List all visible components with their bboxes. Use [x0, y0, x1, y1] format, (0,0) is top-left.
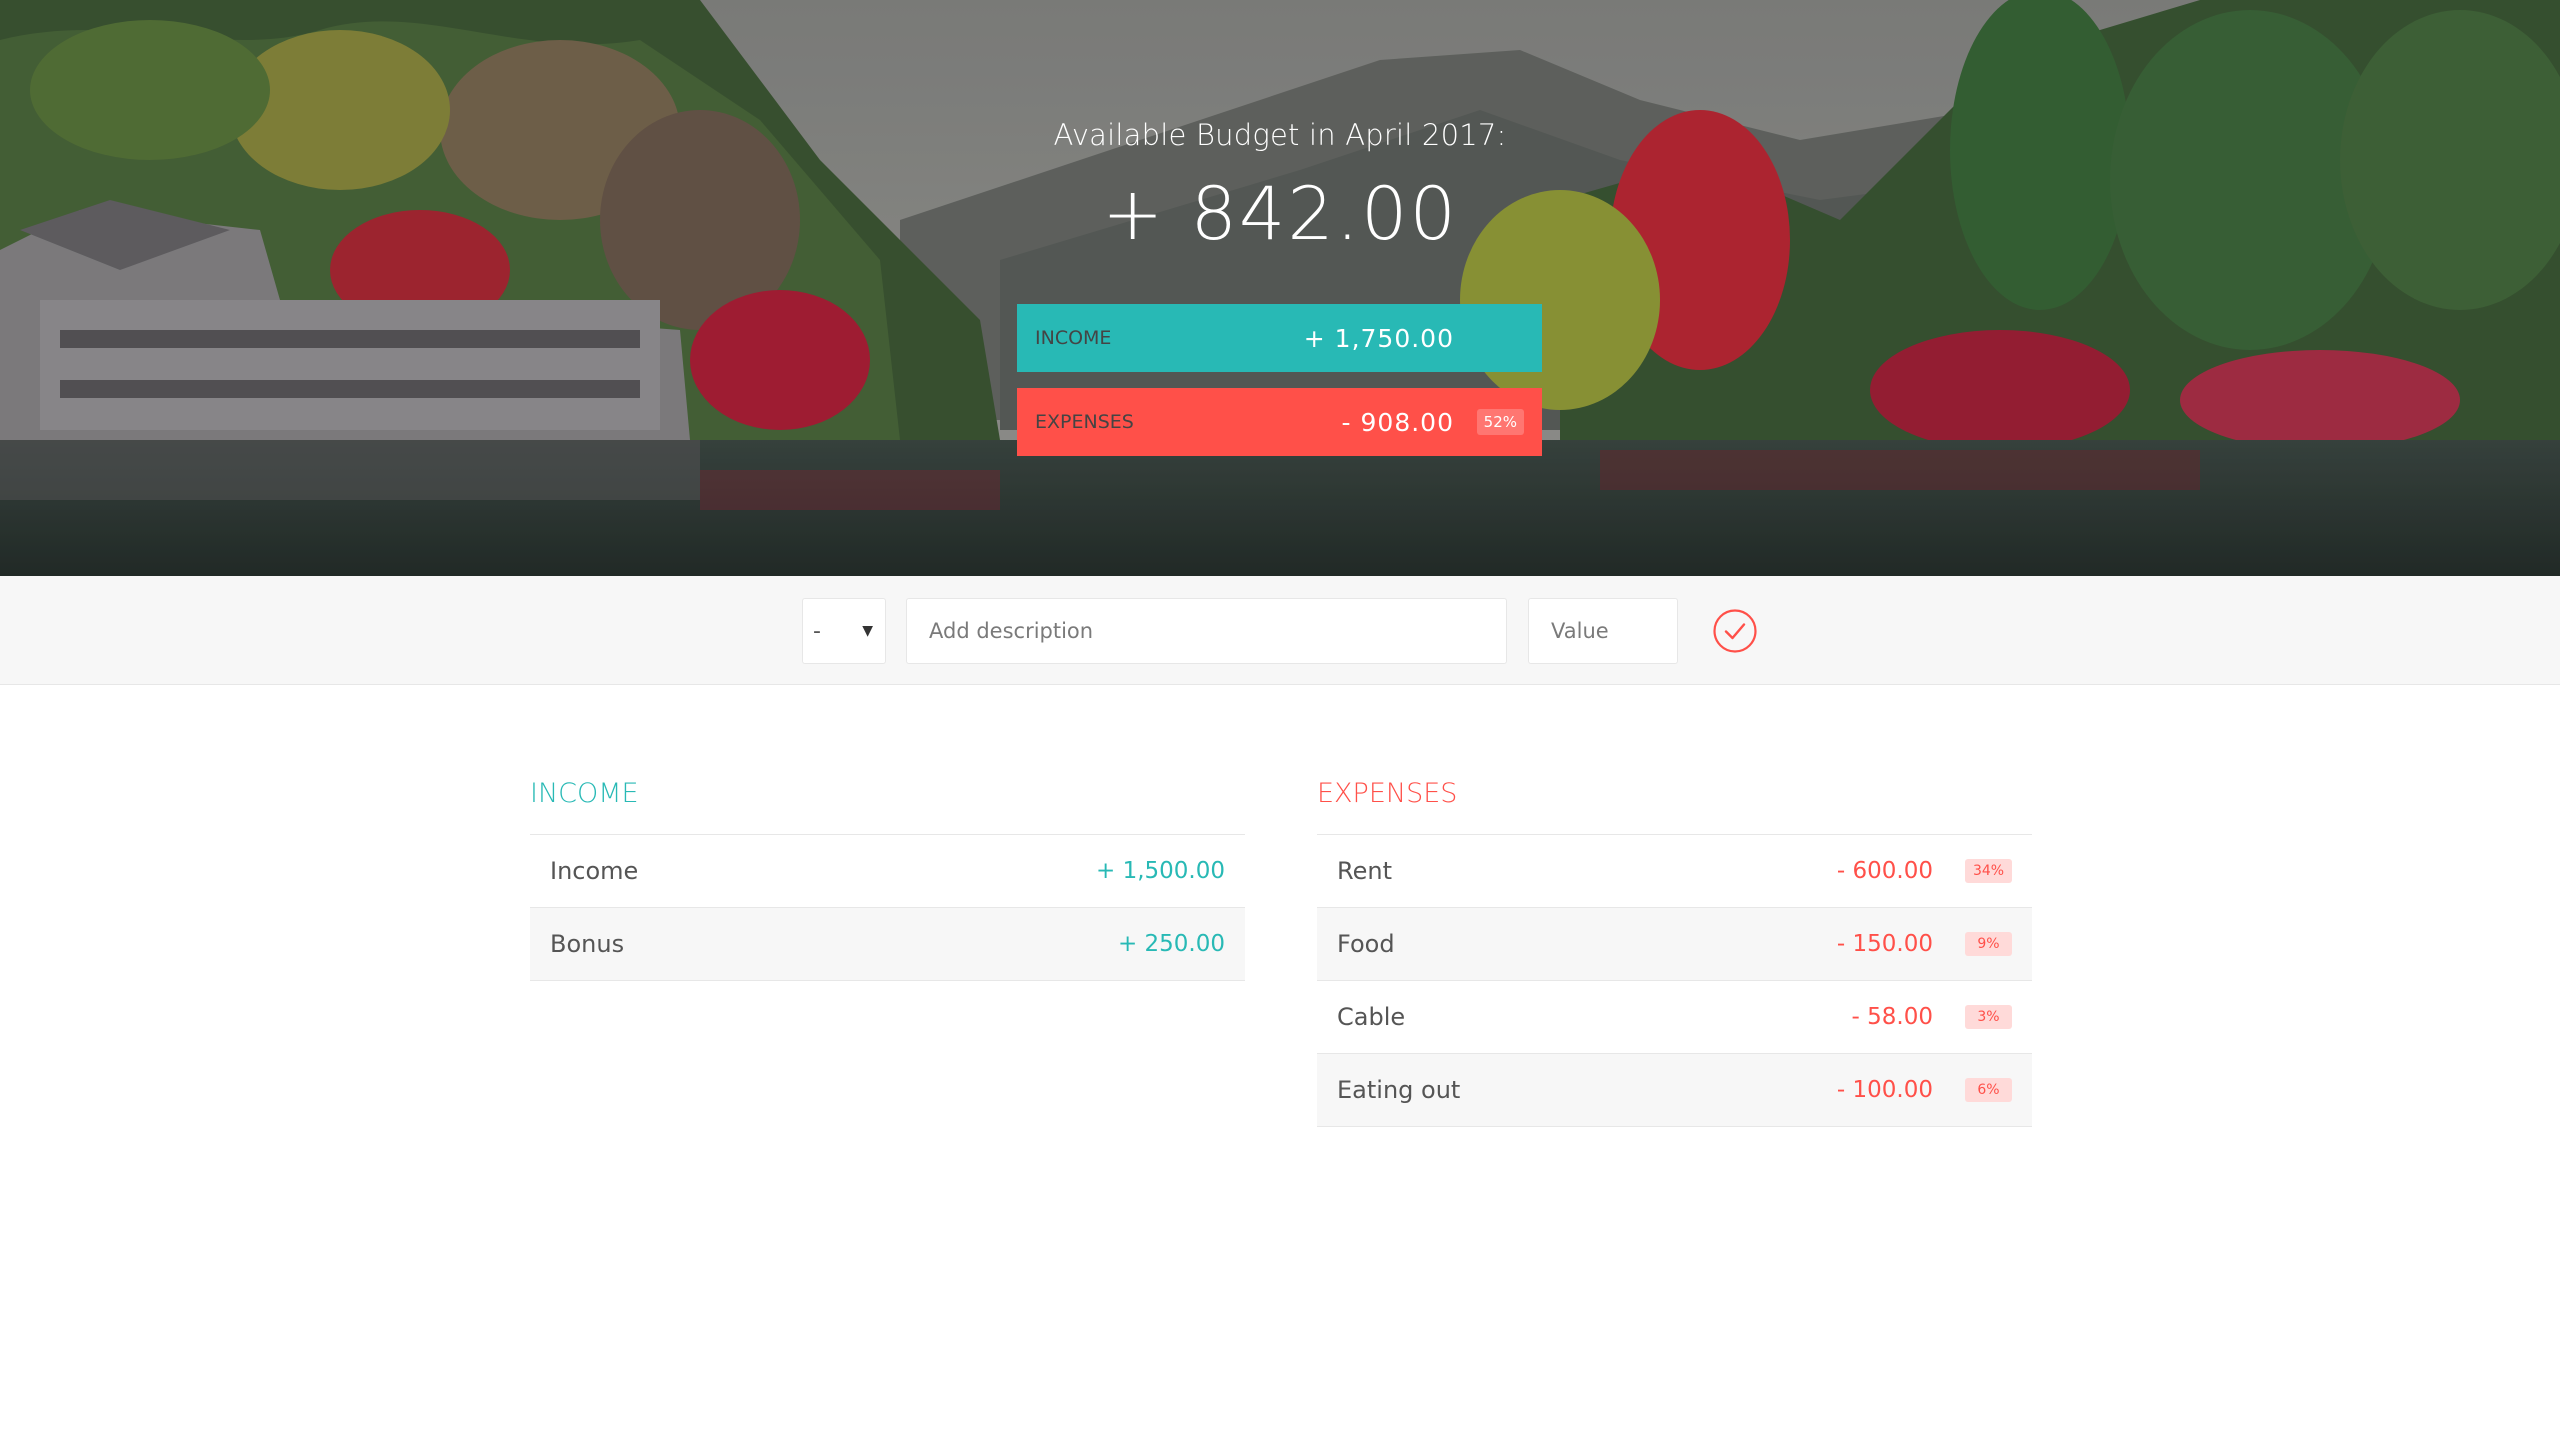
income-item-value: + 250.00 [1117, 931, 1225, 957]
expense-item-value: - 600.00 [1836, 858, 1933, 884]
expense-item: Rent - 600.00 34% [1317, 835, 2032, 908]
budget-title: Available Budget in April 2017: [1053, 118, 1507, 152]
expense-item-percent-badge: 34% [1965, 859, 2012, 883]
income-list: INCOME Income + 1,500.00 Bonus + 250.00 [530, 760, 1245, 981]
type-select[interactable]: - ▼ [802, 598, 886, 664]
expense-item-percent-badge: 3% [1965, 1005, 2012, 1029]
expense-item-value: - 100.00 [1836, 1077, 1933, 1103]
income-summary-value: + 1,750.00 [1303, 323, 1454, 353]
income-item-description: Bonus [550, 930, 625, 958]
description-input[interactable] [906, 598, 1507, 664]
income-item: Income + 1,500.00 [530, 835, 1245, 908]
expense-item-description: Rent [1337, 857, 1392, 885]
expenses-percent-badge: 52% [1476, 409, 1524, 435]
checkmark-circle-icon [1713, 609, 1757, 653]
income-summary-label: INCOME [1035, 327, 1112, 349]
type-select-value: - [813, 618, 821, 644]
expense-item: Cable - 58.00 3% [1317, 981, 2032, 1054]
income-summary: INCOME + 1,750.00 [1017, 304, 1542, 372]
expense-item-value: - 58.00 [1851, 1004, 1933, 1030]
budget-value: + 842.00 [1102, 172, 1458, 257]
value-input[interactable] [1528, 598, 1678, 664]
expense-item-percent-badge: 6% [1965, 1078, 2012, 1102]
expenses-summary: EXPENSES - 908.00 52% [1017, 388, 1542, 456]
income-list-title: INCOME [530, 760, 1245, 835]
expenses-percent-slot: 52% [1476, 409, 1524, 435]
expense-item-description: Eating out [1337, 1076, 1461, 1104]
expense-item: Eating out - 100.00 6% [1317, 1054, 2032, 1127]
expense-item: Food - 150.00 9% [1317, 908, 2032, 981]
add-item-bar: - ▼ [0, 576, 2560, 685]
expense-item-value: - 150.00 [1836, 931, 1933, 957]
income-item: Bonus + 250.00 [530, 908, 1245, 981]
hero-header: Available Budget in April 2017: + 842.00… [0, 0, 2560, 576]
expenses-summary-label: EXPENSES [1035, 411, 1134, 433]
expenses-list: EXPENSES Rent - 600.00 34% Food - 150.00… [1317, 760, 2032, 1127]
expense-item-description: Cable [1337, 1003, 1406, 1031]
expense-item-percent-badge: 9% [1965, 932, 2012, 956]
expense-item-description: Food [1337, 930, 1395, 958]
expenses-list-title: EXPENSES [1317, 760, 2032, 835]
chevron-down-icon: ▼ [862, 623, 873, 639]
add-submit-button[interactable] [1712, 608, 1758, 654]
hero-landscape-image [0, 0, 2560, 576]
income-item-value: + 1,500.00 [1095, 858, 1225, 884]
income-item-description: Income [550, 857, 639, 885]
expenses-summary-value: - 908.00 [1341, 407, 1454, 437]
